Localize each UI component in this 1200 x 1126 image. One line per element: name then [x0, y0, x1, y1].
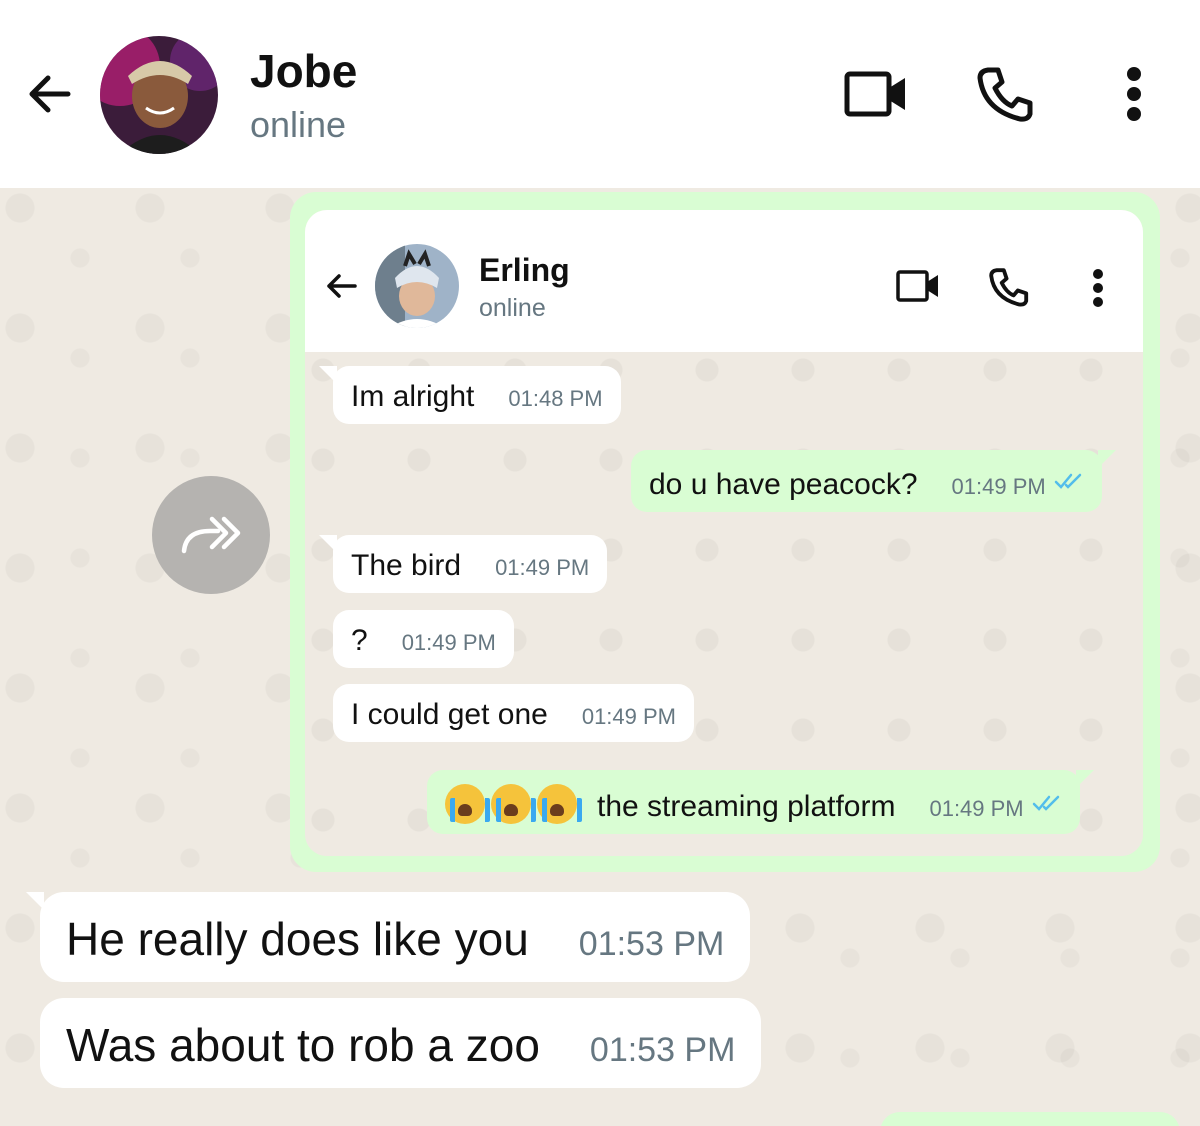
message-bubble-incoming: Im alright 01:48 PM [319, 366, 621, 424]
message-bubble-outgoing: the streaming platform 01:49 PM [427, 770, 1094, 834]
crying-emoji-icon [445, 784, 583, 824]
message-text: ? [351, 624, 368, 657]
video-call-icon[interactable] [842, 66, 910, 122]
read-ticks-icon [1032, 786, 1062, 820]
message-bubble-outgoing-partial [880, 1112, 1180, 1126]
message-text: The bird [351, 549, 462, 582]
message-text: do u have peacock? [649, 468, 918, 501]
message-time: 01:49 PM [581, 704, 676, 729]
contact-avatar[interactable] [100, 36, 218, 154]
phone-icon [987, 266, 1029, 313]
contact-avatar [375, 244, 459, 328]
message-time: 01:53 PM [578, 925, 725, 963]
phone-icon[interactable] [972, 64, 1036, 124]
forward-icon[interactable] [152, 476, 270, 594]
video-call-icon [895, 268, 941, 309]
message-time: 01:48 PM [508, 386, 603, 411]
forwarded-screenshot[interactable]: Erling online Im alright 01:48 PM do u h… [305, 210, 1143, 856]
message-bubble-incoming: Was about to rob a zoo 01:53 PM [40, 998, 762, 1088]
message-bubble-incoming: ? 01:49 PM [333, 610, 514, 668]
back-arrow-icon[interactable] [24, 68, 76, 120]
message-time: 01:49 PM [495, 555, 590, 580]
screenshot-header: Erling online [305, 210, 1143, 352]
message-text: Im alright [351, 380, 475, 413]
back-arrow-icon [323, 268, 359, 309]
message-bubble-incoming: I could get one 01:49 PM [333, 684, 694, 742]
contact-status: online [479, 294, 546, 322]
more-options-icon [1091, 268, 1105, 313]
contact-status: online [250, 104, 347, 145]
chat-header: Jobe online [0, 0, 1200, 188]
read-ticks-icon [1054, 464, 1084, 498]
message-time: 01:49 PM [951, 474, 1046, 499]
message-time: 01:53 PM [589, 1031, 736, 1069]
message-text: Was about to rob a zoo [66, 1019, 540, 1071]
message-text: He really does like you [66, 913, 529, 965]
message-text: the streaming platform [597, 790, 896, 823]
contact-name: Erling [479, 252, 570, 288]
message-time: 01:49 PM [401, 630, 496, 655]
message-bubble-incoming: He really does like you 01:53 PM [25, 892, 751, 982]
message-bubble-outgoing: do u have peacock? 01:49 PM [631, 450, 1116, 512]
contact-name[interactable]: Jobe [250, 44, 357, 98]
message-bubble-incoming: The bird 01:49 PM [318, 535, 608, 593]
message-text: I could get one [351, 698, 548, 731]
message-time: 01:49 PM [929, 796, 1024, 821]
more-options-icon[interactable] [1116, 64, 1152, 124]
